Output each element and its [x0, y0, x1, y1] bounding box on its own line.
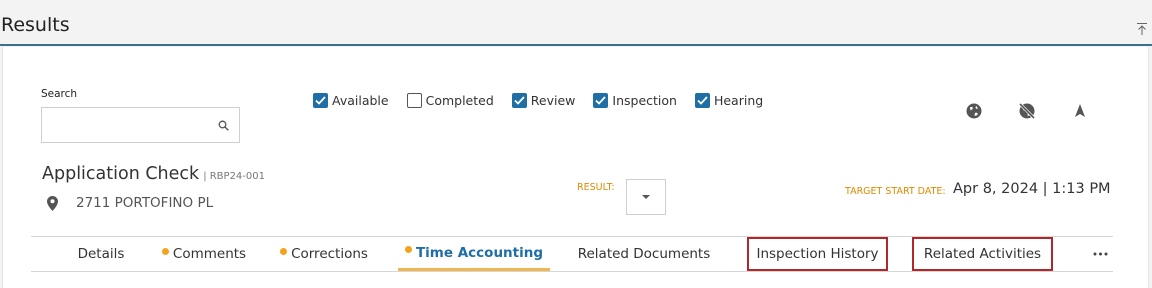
collapse-to-top-icon[interactable]: [1136, 22, 1148, 36]
result-dropdown[interactable]: [626, 179, 666, 215]
tab-time-accounting[interactable]: Time Accounting: [398, 237, 550, 271]
tab-inspection-history[interactable]: Inspection History: [747, 237, 888, 271]
record-address: 2711 PORTOFINO PL: [47, 195, 213, 211]
tab-label: Comments: [172, 246, 247, 262]
target-start-date-value: Apr 8, 2024 | 1:13 PM: [953, 181, 1111, 197]
tab-related-documents[interactable]: Related Documents: [569, 237, 719, 271]
unread-dot-icon: [280, 247, 288, 255]
tab-label: Details: [77, 246, 125, 262]
globe-off-icon[interactable]: [1017, 101, 1037, 121]
results-panel: Search Available Completed Review Inspec…: [2, 47, 1149, 288]
checkbox-review[interactable]: [511, 92, 527, 108]
record-title: Application Check | RBP24-001: [42, 164, 265, 184]
search-input[interactable]: [48, 115, 212, 137]
globe-icon[interactable]: [964, 101, 984, 121]
record-id: | RBP24-001: [203, 171, 265, 182]
tab-details[interactable]: Details: [61, 237, 141, 271]
tab-related-activities[interactable]: Related Activities: [912, 237, 1053, 271]
record-tabs: Details Comments Corrections Time Accoun…: [31, 236, 1113, 272]
filter-review[interactable]: Review: [511, 92, 576, 108]
filter-available[interactable]: Available: [313, 92, 389, 108]
filter-label: Hearing: [713, 92, 764, 108]
navigation-arrow-icon[interactable]: [1070, 101, 1090, 121]
checkbox-hearing[interactable]: [694, 92, 710, 108]
checkbox-available[interactable]: [313, 92, 328, 108]
address-text: 2711 PORTOFINO PL: [76, 195, 214, 211]
target-start-date-label: TARGET START DATE:: [845, 186, 946, 197]
checkbox-completed[interactable]: [406, 92, 422, 108]
checkbox-inspection[interactable]: [593, 92, 609, 108]
search-icon[interactable]: [218, 120, 229, 131]
result-label: RESULT:: [577, 182, 615, 193]
chevron-down-icon: [642, 195, 650, 199]
filter-label: Available: [332, 92, 389, 108]
filter-label: Completed: [425, 92, 494, 108]
more-options-icon[interactable]: [1093, 252, 1108, 256]
filter-hearing[interactable]: Hearing: [694, 92, 764, 108]
unread-dot-icon: [161, 247, 169, 255]
tab-label: Corrections: [291, 246, 368, 262]
search-field[interactable]: [41, 107, 240, 143]
tab-label: Related Activities: [923, 246, 1042, 262]
tab-comments[interactable]: Comments: [155, 237, 253, 271]
filter-label: Review: [530, 92, 576, 108]
results-header: Results: [0, 0, 1152, 46]
map-tools: [931, 101, 1090, 121]
record-name: Application Check: [42, 164, 200, 184]
status-filters: Available Completed Review Inspection He…: [313, 90, 781, 110]
location-pin-icon: [47, 195, 58, 211]
filter-inspection[interactable]: Inspection: [593, 92, 677, 108]
filter-label: Inspection: [612, 92, 677, 108]
tab-corrections[interactable]: Corrections: [274, 237, 374, 271]
tab-label: Related Documents: [577, 246, 711, 262]
search-label: Search: [41, 88, 78, 100]
tab-label: Inspection History: [756, 246, 879, 262]
filter-completed[interactable]: Completed: [406, 92, 494, 108]
tab-label: Time Accounting: [415, 244, 544, 261]
unread-dot-icon: [404, 246, 412, 253]
page-title: Results: [1, 14, 70, 36]
